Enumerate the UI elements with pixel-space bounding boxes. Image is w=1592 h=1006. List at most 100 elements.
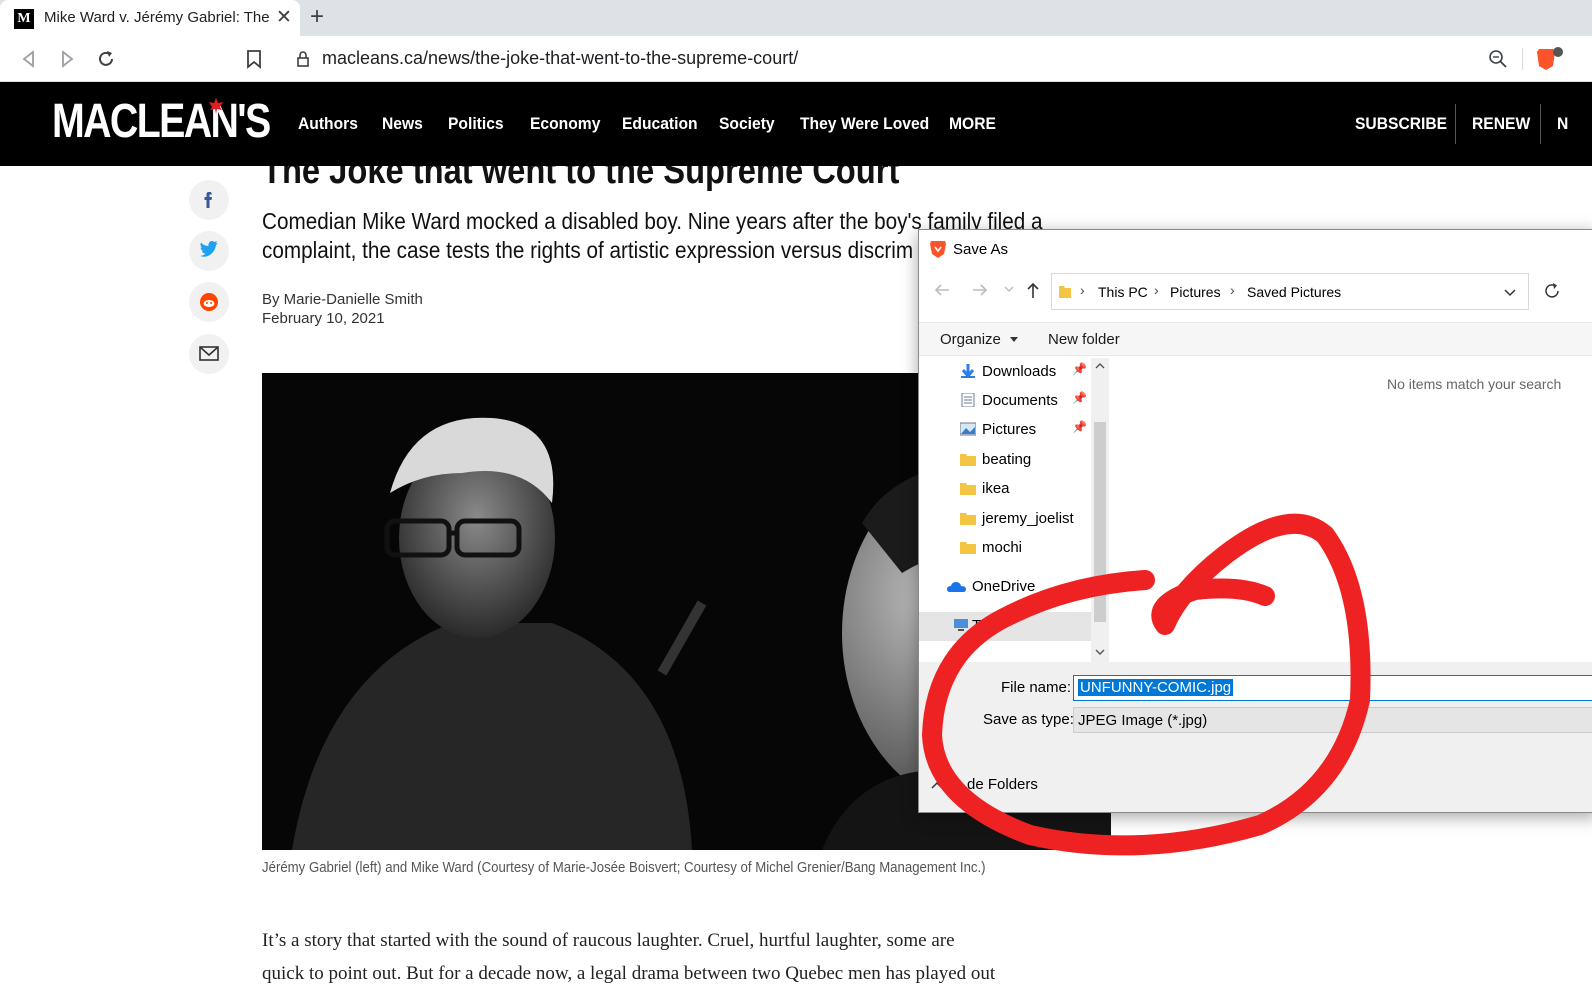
- share-reddit-button[interactable]: [189, 282, 229, 322]
- breadcrumb-pictures[interactable]: Pictures: [1170, 284, 1221, 300]
- renew-link[interactable]: RENEW: [1472, 114, 1530, 134]
- share-facebook-button[interactable]: [189, 180, 229, 220]
- save-as-dialog: Save As › This PC › Pictures › Saved Pic…: [918, 229, 1592, 813]
- onedrive-icon: [947, 582, 966, 592]
- new-tab-button[interactable]: +: [310, 3, 324, 31]
- subscribe-link[interactable]: SUBSCRIBE: [1355, 114, 1447, 134]
- folder-icon: [960, 513, 976, 525]
- nav-authors[interactable]: Authors: [298, 114, 358, 134]
- this-pc-icon: [954, 619, 968, 631]
- scroll-down-icon[interactable]: [1095, 648, 1105, 656]
- dialog-address-bar[interactable]: › This PC › Pictures › Saved Pictures: [1051, 273, 1529, 310]
- nav-news[interactable]: News: [382, 114, 423, 134]
- chevron-down-icon[interactable]: [1504, 288, 1516, 298]
- folder-icon: [960, 542, 976, 554]
- caret-down-icon: [1010, 337, 1019, 342]
- pin-icon: 📌: [1072, 420, 1087, 434]
- tree-item-mochi[interactable]: mochi: [919, 534, 1091, 563]
- pin-icon: 📌: [1072, 362, 1087, 376]
- chevron-up-icon: [931, 781, 943, 789]
- facebook-icon: [204, 192, 212, 208]
- new-folder-button[interactable]: New folder: [1048, 331, 1120, 348]
- tree-item-onedrive[interactable]: OneDrive: [919, 573, 1091, 602]
- tree-label: Documents: [982, 392, 1058, 409]
- forward-arrow-icon[interactable]: [971, 282, 989, 298]
- save-type-label: Save as type:: [983, 711, 1074, 728]
- photo-caption: Jérémy Gabriel (left) and Mike Ward (Cou…: [262, 859, 986, 876]
- scroll-thumb[interactable]: [1094, 422, 1106, 622]
- forward-icon[interactable]: [58, 50, 76, 68]
- share-twitter-button[interactable]: [189, 231, 229, 271]
- nav-divider: [1540, 104, 1541, 144]
- nav-education[interactable]: Education: [622, 114, 698, 134]
- browser-tab[interactable]: M Mike Ward v. Jérémy Gabriel: The ✕: [0, 0, 300, 36]
- toolbar-divider: [1522, 48, 1523, 70]
- nav-they-were-loved[interactable]: They Were Loved: [800, 114, 929, 134]
- tree-item-pictures[interactable]: Pictures 📌: [919, 416, 1091, 445]
- tree-item-this-pc[interactable]: Thi: [919, 612, 1091, 641]
- tree-item-beating[interactable]: beating: [919, 446, 1091, 475]
- tree-label: mochi: [982, 539, 1023, 556]
- tree-label: Pictures: [982, 421, 1037, 438]
- pin-icon: 📌: [1072, 391, 1087, 405]
- up-arrow-icon[interactable]: [1025, 281, 1041, 299]
- tree-item-downloads[interactable]: Downloads 📌: [919, 358, 1091, 387]
- dialog-title: Save As: [953, 241, 1009, 258]
- nav-society[interactable]: Society: [719, 114, 775, 134]
- publish-date: February 10, 2021: [262, 310, 385, 327]
- dialog-nav-bar: › This PC › Pictures › Saved Pictures: [919, 270, 1592, 314]
- file-list-pane[interactable]: No items match your search: [1111, 358, 1592, 662]
- save-type-select[interactable]: JPEG Image (*.jpg): [1073, 707, 1592, 733]
- tree-item-ikea[interactable]: ikea: [919, 475, 1091, 504]
- dialog-bottom-panel: File name: UNFUNNY-COMIC.jpg Save as typ…: [919, 662, 1592, 812]
- reddit-icon: [200, 293, 218, 311]
- file-name-label: File name:: [1001, 679, 1072, 696]
- nav-economy[interactable]: Economy: [530, 114, 600, 134]
- browser-toolbar: macleans.ca/news/the-joke-that-went-to-t…: [0, 36, 1592, 82]
- hide-folders-label: de Folders: [967, 776, 1038, 793]
- breadcrumb-this-pc[interactable]: This PC: [1098, 284, 1148, 300]
- reload-icon[interactable]: [96, 49, 116, 69]
- chevron-right-icon[interactable]: ›: [1154, 282, 1159, 298]
- folder-icon: [1059, 286, 1071, 298]
- lock-icon[interactable]: [296, 51, 310, 67]
- chevron-right-icon[interactable]: ›: [1230, 282, 1235, 298]
- hide-folders-toggle[interactable]: de Folders: [931, 776, 1038, 793]
- empty-state-text: No items match your search: [1387, 376, 1562, 392]
- back-arrow-icon[interactable]: [933, 282, 951, 298]
- tree-label: jeremy_joelist: [982, 510, 1074, 527]
- folder-icon: [960, 454, 976, 466]
- author-name[interactable]: By Marie-Danielle Smith: [262, 290, 423, 309]
- tree-item-documents[interactable]: Documents 📌: [919, 387, 1091, 416]
- recent-locations-icon[interactable]: [1003, 284, 1015, 294]
- tree-label: ikea: [982, 480, 1010, 497]
- pictures-icon: [960, 422, 976, 436]
- documents-icon: [961, 393, 975, 407]
- file-name-input[interactable]: UNFUNNY-COMIC.jpg: [1073, 675, 1592, 701]
- bookmark-icon[interactable]: [246, 49, 262, 69]
- browser-tab-bar: M Mike Ward v. Jérémy Gabriel: The ✕ +: [0, 0, 1592, 36]
- nav-more[interactable]: MORE: [949, 114, 996, 134]
- folder-icon: [960, 483, 976, 495]
- back-icon[interactable]: [20, 50, 38, 68]
- brave-shields-icon[interactable]: [1536, 46, 1566, 72]
- organize-button[interactable]: Organize: [940, 331, 1019, 348]
- nav-politics[interactable]: Politics: [448, 114, 504, 134]
- tree-label: Downloads: [982, 363, 1057, 380]
- breadcrumb-saved-pictures[interactable]: Saved Pictures: [1247, 284, 1341, 300]
- tree-item-jeremy-joelist[interactable]: jeremy_joelist: [919, 505, 1091, 534]
- zoom-icon[interactable]: [1488, 49, 1508, 69]
- close-tab-icon[interactable]: ✕: [276, 6, 292, 29]
- brave-logo-icon: [930, 241, 946, 258]
- article-body: It’s a story that started with the sound…: [262, 924, 1102, 990]
- url-bar[interactable]: macleans.ca/news/the-joke-that-went-to-t…: [322, 48, 798, 69]
- nav-divider: [1455, 104, 1456, 144]
- share-email-button[interactable]: [189, 334, 229, 374]
- macleans-logo-text[interactable]: MACLEAN'S: [52, 94, 271, 149]
- scroll-up-icon[interactable]: [1095, 362, 1105, 370]
- file-name-value: UNFUNNY-COMIC.jpg: [1078, 679, 1234, 696]
- refresh-icon[interactable]: [1543, 282, 1561, 300]
- macleans-favicon-icon: M: [14, 9, 34, 29]
- nav-pane-scrollbar[interactable]: [1091, 358, 1109, 662]
- nav-cutoff-link[interactable]: N: [1557, 114, 1568, 134]
